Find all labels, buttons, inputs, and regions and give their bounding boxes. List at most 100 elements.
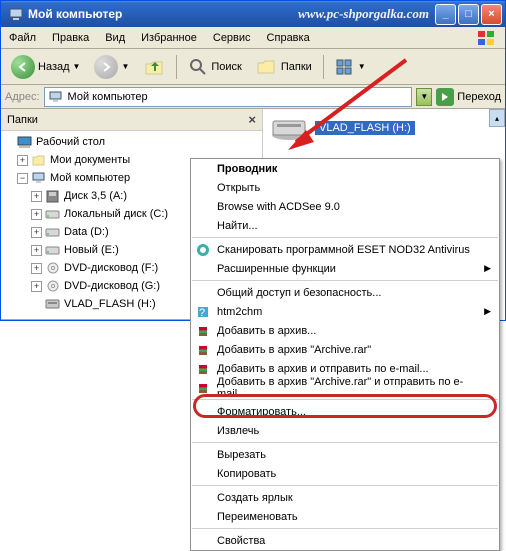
titlebar[interactable]: Мой компьютер www.pc-shporgalka.com _ □ … <box>1 1 505 27</box>
expand-icon[interactable]: + <box>31 263 42 274</box>
search-button[interactable]: Поиск <box>182 53 247 81</box>
menu-service[interactable]: Сервис <box>205 29 259 47</box>
panel-close-button[interactable]: × <box>248 112 256 127</box>
separator <box>192 485 498 486</box>
expand-icon[interactable]: + <box>31 227 42 238</box>
menu-help[interactable]: Справка <box>259 29 318 47</box>
close-button[interactable]: × <box>481 4 502 25</box>
address-value: Мой компьютер <box>68 91 148 103</box>
menu-edit[interactable]: Правка <box>44 29 97 47</box>
separator <box>192 442 498 443</box>
ctx-eset-scan[interactable]: Сканировать программной ESET NOD32 Antiv… <box>191 240 499 259</box>
scroll-up-button[interactable]: ▴ <box>489 109 505 127</box>
menubar: Файл Правка Вид Избранное Сервис Справка <box>1 27 505 49</box>
submenu-arrow-icon: ▶ <box>484 306 491 317</box>
eset-icon <box>195 242 211 258</box>
ctx-copy[interactable]: Копировать <box>191 464 499 483</box>
dvd-icon <box>45 261 61 275</box>
back-label: Назад <box>38 61 70 73</box>
chevron-down-icon: ▼ <box>73 62 81 71</box>
tree-desktop[interactable]: Рабочий стол <box>3 133 262 151</box>
go-label: Переход <box>457 91 501 103</box>
folders-icon <box>256 57 278 77</box>
menu-view[interactable]: Вид <box>97 29 133 47</box>
submenu-arrow-icon: ▶ <box>484 263 491 274</box>
address-dropdown-button[interactable]: ▼ <box>416 88 432 106</box>
go-arrow-icon <box>436 88 454 106</box>
winrar-icon <box>195 361 211 377</box>
chevron-down-icon: ▼ <box>358 62 366 71</box>
back-arrow-icon <box>11 55 35 79</box>
back-button[interactable]: Назад ▼ <box>5 51 86 83</box>
ctx-eject[interactable]: Извлечь <box>191 421 499 440</box>
ctx-htm2chm[interactable]: ?htm2chm▶ <box>191 302 499 321</box>
up-button[interactable] <box>137 52 171 82</box>
desktop-icon <box>17 135 33 149</box>
expand-icon[interactable]: + <box>31 209 42 220</box>
expand-icon[interactable]: + <box>31 191 42 202</box>
separator <box>192 237 498 238</box>
expand-icon[interactable]: + <box>31 245 42 256</box>
ctx-eset-ext[interactable]: Расширенные функции▶ <box>191 259 499 278</box>
drive-item[interactable]: VLAD_FLASH (H:) <box>269 115 499 141</box>
address-combo[interactable]: Мой компьютер <box>44 87 413 107</box>
windows-logo-icon <box>469 28 505 48</box>
ctx-format[interactable]: Форматировать... <box>191 402 499 421</box>
winrar-icon <box>195 323 211 339</box>
ctx-rename[interactable]: Переименовать <box>191 507 499 526</box>
htm2chm-icon: ? <box>195 304 211 320</box>
removable-drive-icon <box>45 297 61 311</box>
menu-file[interactable]: Файл <box>1 29 44 47</box>
folder-up-icon <box>143 56 165 78</box>
dvd-icon <box>45 279 61 293</box>
ctx-rar-named-email[interactable]: Добавить в архив "Archive.rar" и отправи… <box>191 378 499 397</box>
menu-favorites[interactable]: Избранное <box>133 29 205 47</box>
window-title: Мой компьютер <box>28 7 298 21</box>
floppy-icon <box>45 189 61 203</box>
drive-label: VLAD_FLASH (H:) <box>315 121 415 135</box>
address-bar: Адрес: Мой компьютер ▼ Переход <box>1 85 505 109</box>
computer-icon <box>8 6 24 22</box>
ctx-sharing[interactable]: Общий доступ и безопасность... <box>191 283 499 302</box>
documents-icon <box>31 153 47 167</box>
ctx-cut[interactable]: Вырезать <box>191 445 499 464</box>
computer-icon <box>31 171 47 185</box>
separator <box>192 528 498 529</box>
separator <box>176 55 177 79</box>
panel-header: Папки × <box>1 109 262 131</box>
ctx-rar-add[interactable]: Добавить в архив... <box>191 321 499 340</box>
ctx-find[interactable]: Найти... <box>191 216 499 235</box>
computer-icon <box>48 90 64 104</box>
ctx-acdsee[interactable]: Browse with ACDSee 9.0 <box>191 197 499 216</box>
views-icon <box>335 58 355 76</box>
forward-button[interactable]: ▼ <box>88 51 135 83</box>
folders-label: Папки <box>281 61 312 73</box>
hdd-icon <box>45 225 61 239</box>
hdd-icon <box>45 243 61 257</box>
expand-icon[interactable]: + <box>17 155 28 166</box>
ctx-rar-add-named[interactable]: Добавить в архив "Archive.rar" <box>191 340 499 359</box>
ctx-open[interactable]: Открыть <box>191 178 499 197</box>
watermark-text: www.pc-shporgalka.com <box>298 6 429 22</box>
separator <box>323 55 324 79</box>
minimize-button[interactable]: _ <box>435 4 456 25</box>
collapse-icon[interactable]: − <box>17 173 28 184</box>
address-label: Адрес: <box>5 91 40 103</box>
forward-arrow-icon <box>94 55 118 79</box>
svg-text:?: ? <box>199 307 205 319</box>
views-button[interactable]: ▼ <box>329 54 372 80</box>
search-label: Поиск <box>211 61 241 73</box>
context-menu: Проводник Открыть Browse with ACDSee 9.0… <box>190 158 500 551</box>
toolbar: Назад ▼ ▼ Поиск Папки <box>1 49 505 85</box>
winrar-icon <box>195 342 211 358</box>
folders-button[interactable]: Папки <box>250 53 318 81</box>
winrar-icon <box>195 380 211 396</box>
ctx-shortcut[interactable]: Создать ярлык <box>191 488 499 507</box>
maximize-button[interactable]: □ <box>458 4 479 25</box>
expand-icon[interactable]: + <box>31 281 42 292</box>
go-button[interactable]: Переход <box>436 88 501 106</box>
ctx-explorer[interactable]: Проводник <box>191 159 499 178</box>
panel-title: Папки <box>7 114 38 126</box>
ctx-properties[interactable]: Свойства <box>191 531 499 550</box>
chevron-down-icon: ▼ <box>121 62 129 71</box>
